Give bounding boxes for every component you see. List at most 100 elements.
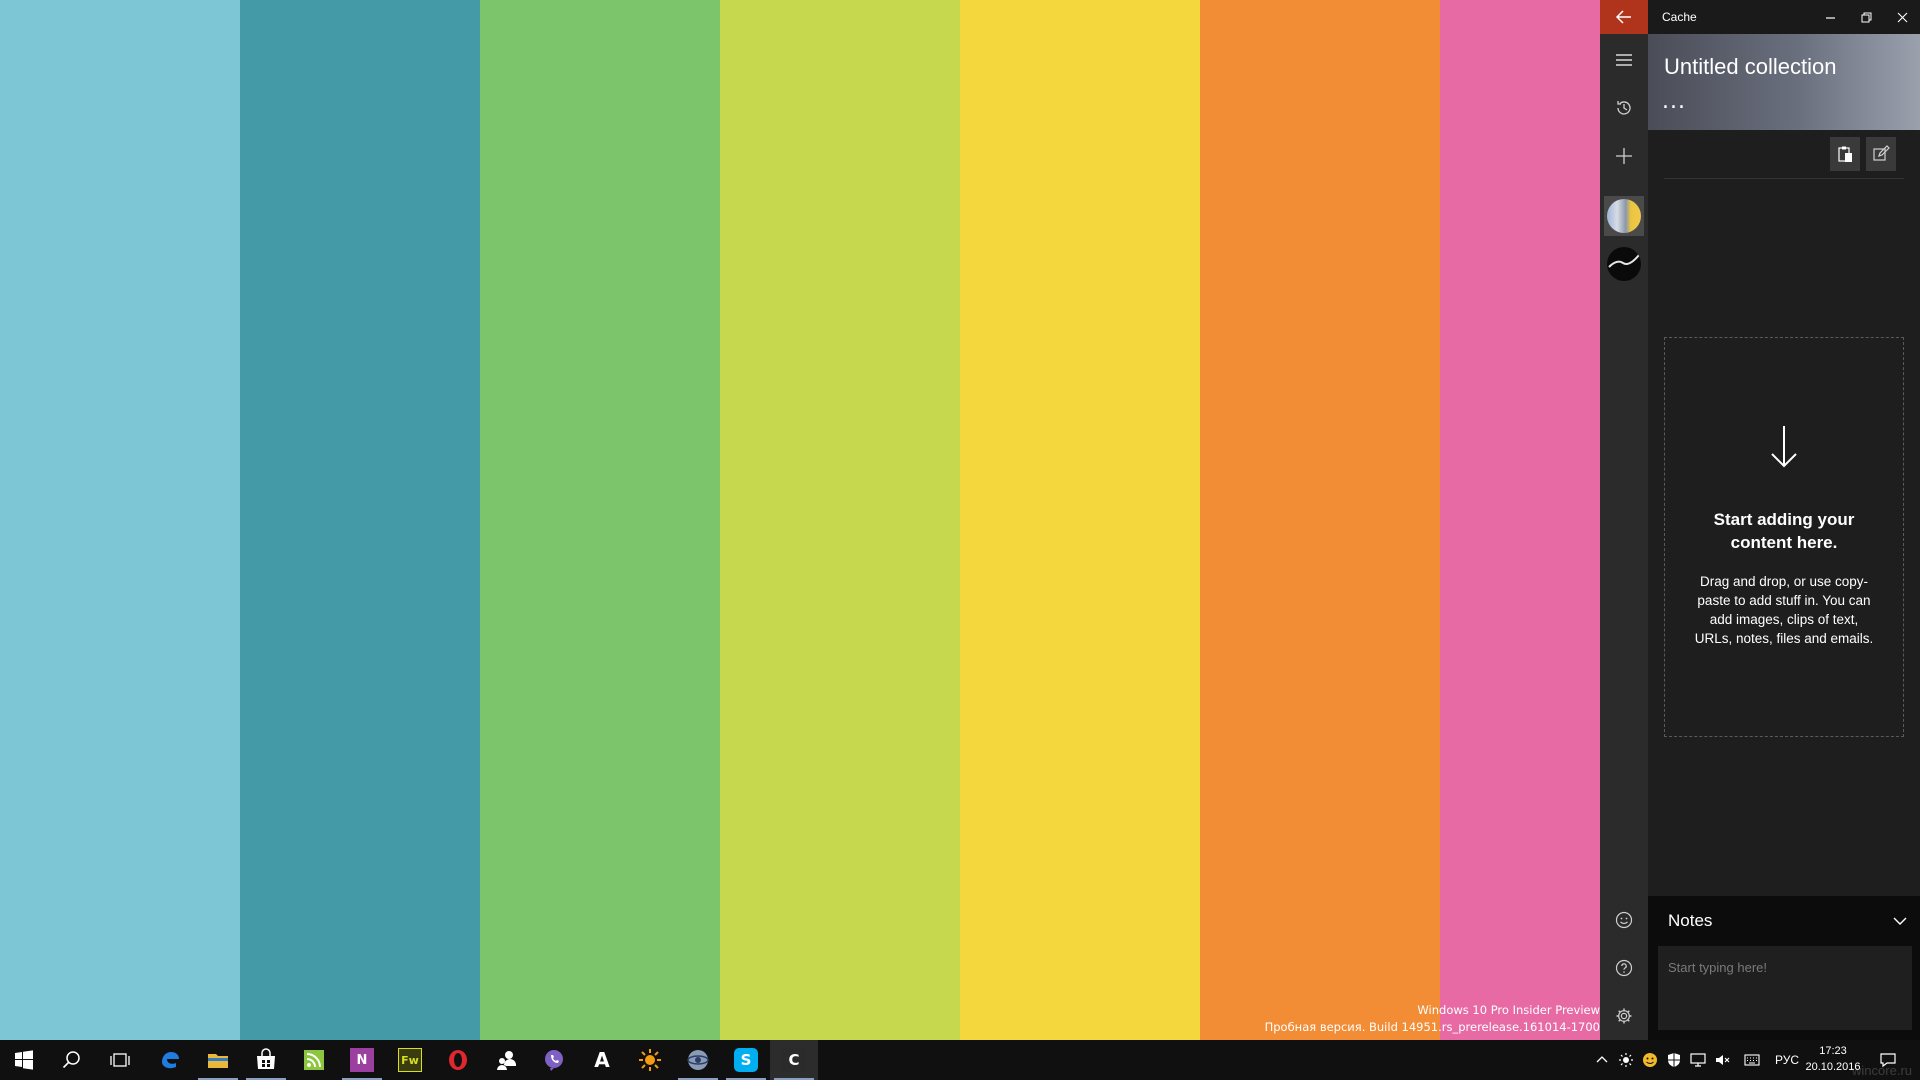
smiley-icon: [1615, 911, 1633, 929]
clipboard-icon: [1838, 146, 1852, 162]
wallpaper-stripe: [1200, 0, 1440, 1040]
fireworks-icon: Fw: [398, 1048, 422, 1072]
drop-zone[interactable]: Start adding your content here. Drag and…: [1664, 337, 1904, 737]
restore-icon: [1861, 12, 1871, 22]
close-button[interactable]: [1884, 0, 1920, 34]
brightness-icon: [1619, 1053, 1633, 1067]
tray-brightness[interactable]: [1614, 1040, 1638, 1080]
notes-header[interactable]: Notes: [1648, 896, 1920, 946]
arrow-down-icon: [1771, 426, 1797, 468]
chevron-up-icon: [1596, 1056, 1608, 1063]
folder-icon: [206, 1048, 230, 1072]
wallpaper-stripe: [720, 0, 960, 1040]
onenote-icon: N: [350, 1048, 374, 1072]
drop-zone-title: Start adding your content here.: [1713, 510, 1855, 552]
desktop: Windows 10 Pro Insider Preview Пробная в…: [0, 0, 1920, 1080]
feedback-button[interactable]: [1600, 896, 1648, 944]
plus-icon: [1616, 148, 1632, 164]
taskbar-app-fonts[interactable]: A: [578, 1040, 626, 1080]
minimize-button[interactable]: [1812, 0, 1848, 34]
history-button[interactable]: [1600, 84, 1648, 132]
cache-app-icon: C: [782, 1048, 806, 1072]
new-note-button[interactable]: [1866, 137, 1896, 171]
globe-icon: [686, 1048, 710, 1072]
collection-thumbnail-2[interactable]: [1604, 244, 1644, 284]
notes-title: Notes: [1668, 911, 1713, 930]
notes-collapse-button[interactable]: [1880, 901, 1920, 941]
minimize-icon: [1825, 16, 1835, 19]
restore-button[interactable]: [1848, 0, 1884, 34]
gear-icon: [1616, 1008, 1632, 1024]
watermark-edition: Windows 10 Pro Insider Preview: [1417, 1003, 1600, 1017]
more-options-button[interactable]: ...: [1662, 91, 1686, 113]
search-button[interactable]: [48, 1040, 96, 1080]
taskbar-app-feed-reader[interactable]: [290, 1040, 338, 1080]
taskbar-app-weather[interactable]: [626, 1040, 674, 1080]
people-icon: [494, 1048, 518, 1072]
search-icon: [62, 1051, 80, 1069]
taskbar-app-fireworks[interactable]: Fw: [386, 1040, 434, 1080]
wallpaper-stripe: [0, 0, 240, 1040]
shield-icon: [1668, 1053, 1680, 1067]
windows-logo-icon: [15, 1050, 33, 1070]
hamburger-icon: [1616, 54, 1632, 66]
question-icon: [1615, 959, 1633, 977]
keyboard-icon: [1744, 1054, 1760, 1066]
taskbar-app-onenote[interactable]: N: [338, 1040, 386, 1080]
tray-smiley[interactable]: [1638, 1040, 1662, 1080]
collection-header: Untitled collection ...: [1648, 34, 1920, 130]
wallpaper-stripe: [240, 0, 480, 1040]
show-hidden-icons-button[interactable]: [1590, 1040, 1614, 1080]
start-button[interactable]: [0, 1040, 48, 1080]
back-button[interactable]: [1600, 0, 1648, 34]
wallpaper: [0, 0, 1600, 1040]
opera-icon: [446, 1048, 470, 1072]
viber-icon: [542, 1048, 566, 1072]
collection-toolbar: [1648, 130, 1920, 178]
menu-button[interactable]: [1600, 36, 1648, 84]
collection-title[interactable]: Untitled collection: [1664, 54, 1836, 80]
taskbar-app-store[interactable]: [242, 1040, 290, 1080]
taskbar: N Fw A S C РУС 17:23 20.10.2016 wincore.…: [0, 1040, 1920, 1080]
tray-touch-keyboard[interactable]: [1738, 1040, 1766, 1080]
windows-build-watermark: Windows 10 Pro Insider Preview Пробная в…: [1265, 1002, 1600, 1036]
emoji-icon: [1643, 1053, 1657, 1067]
settings-button[interactable]: [1600, 992, 1648, 1040]
add-collection-button[interactable]: [1600, 132, 1648, 180]
collection-thumbnail-1[interactable]: [1604, 196, 1644, 236]
notes-input[interactable]: [1658, 946, 1912, 1030]
task-view-button[interactable]: [96, 1040, 144, 1080]
dark-thumbnail: [1607, 247, 1641, 281]
wallpaper-stripe: [960, 0, 1200, 1040]
title-bar[interactable]: Cache: [1648, 0, 1920, 34]
tray-display[interactable]: [1686, 1040, 1710, 1080]
taskbar-app-skype[interactable]: S: [722, 1040, 770, 1080]
taskbar-app-file-explorer[interactable]: [194, 1040, 242, 1080]
language-indicator: РУС: [1774, 1053, 1800, 1067]
taskbar-app-opera[interactable]: [434, 1040, 482, 1080]
app-title: Cache: [1662, 10, 1697, 24]
taskbar-app-viber[interactable]: [530, 1040, 578, 1080]
taskbar-app-edge[interactable]: [146, 1040, 194, 1080]
paste-button[interactable]: [1830, 137, 1860, 171]
stripes-thumbnail: [1607, 199, 1641, 233]
taskbar-app-cache[interactable]: C: [770, 1040, 818, 1080]
wallpaper-stripe: [1440, 0, 1600, 1040]
taskbar-app-connections[interactable]: [482, 1040, 530, 1080]
tray-defender[interactable]: [1662, 1040, 1686, 1080]
watermark-build: Пробная версия. Build 14951.rs_prereleas…: [1264, 1020, 1600, 1034]
close-icon: [1897, 12, 1907, 22]
notes-panel: [1648, 946, 1920, 1040]
skype-icon: S: [734, 1048, 758, 1072]
tray-volume[interactable]: [1710, 1040, 1734, 1080]
taskbar-app-360[interactable]: [674, 1040, 722, 1080]
help-button[interactable]: [1600, 944, 1648, 992]
sun-icon: [638, 1048, 662, 1072]
clock-time: 17:23: [1819, 1045, 1847, 1057]
site-watermark: wincore.ru: [1852, 1063, 1912, 1078]
wallpaper-stripe: [480, 0, 720, 1040]
monitor-icon: [1690, 1053, 1706, 1067]
chevron-down-icon: [1893, 917, 1907, 925]
store-icon: [254, 1048, 278, 1072]
history-icon: [1617, 101, 1631, 115]
